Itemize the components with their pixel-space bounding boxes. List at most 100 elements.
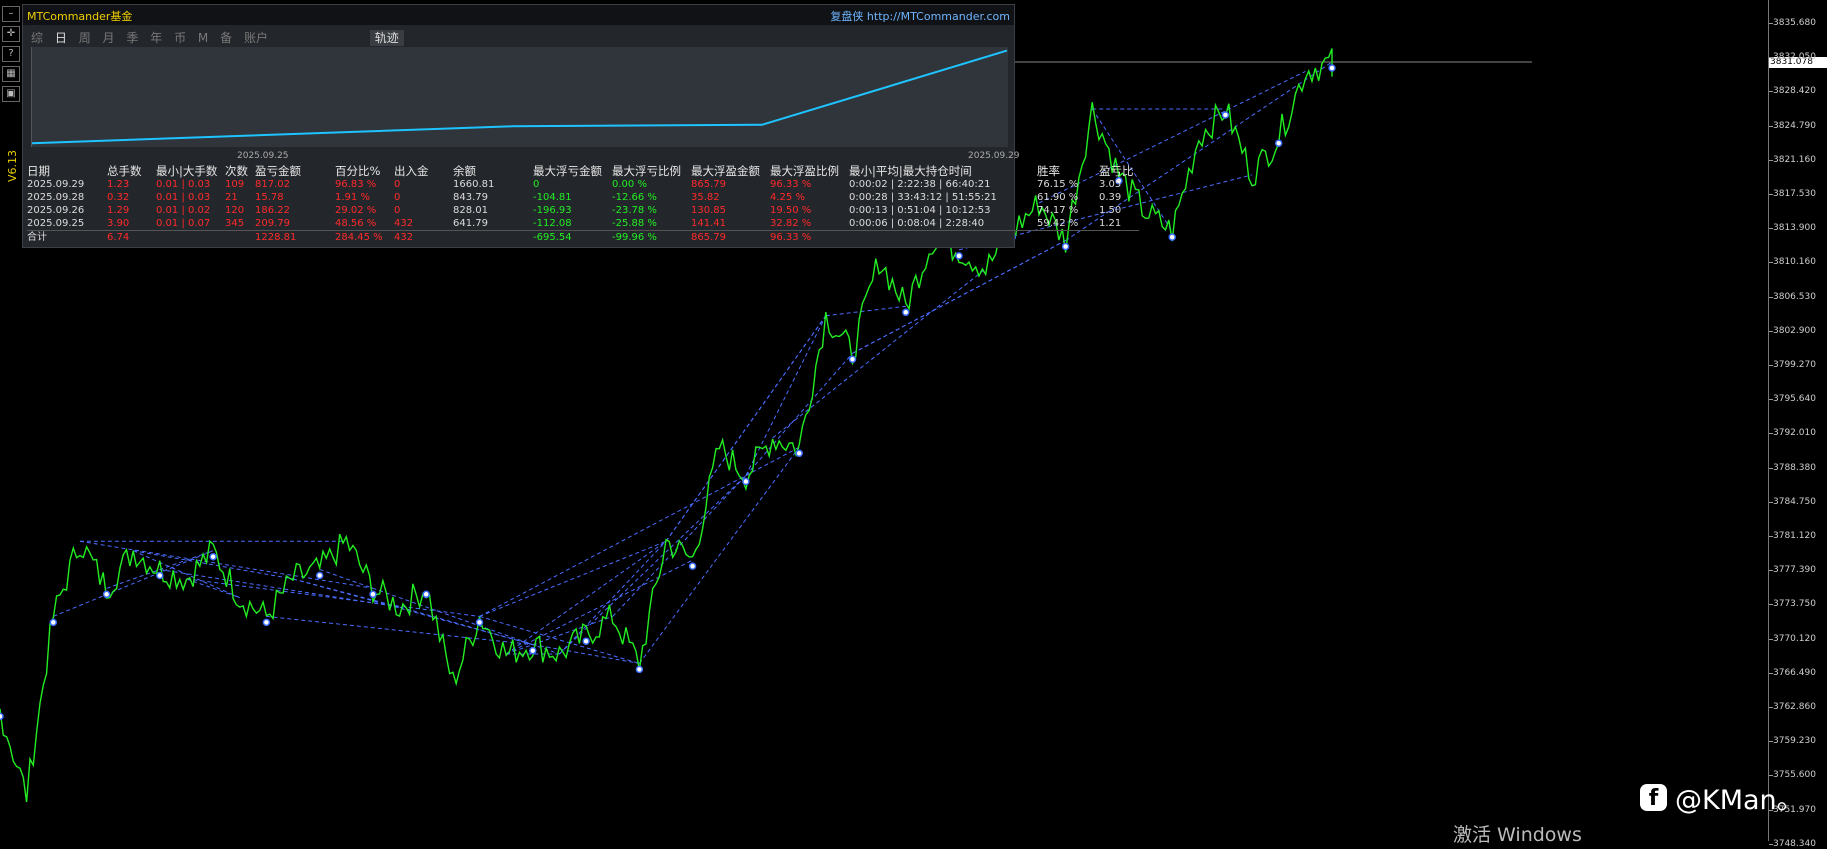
tab-day[interactable]: 日 xyxy=(55,31,67,45)
stats-row: 2025.09.25 3.90 0.01 | 0.07 345 209.79 48.56 … xyxy=(27,217,1139,230)
stats-total-row: 合计 6.74 1228.81 284.45 % 432 -695.54 -99.96 % 8… xyxy=(27,230,1139,244)
track-button[interactable]: 轨迹 xyxy=(369,30,404,46)
trade-marker[interactable] xyxy=(209,552,217,561)
watermark: f @KMan。 xyxy=(1640,778,1804,817)
trade-marker[interactable] xyxy=(529,646,537,655)
col-header: 日期 xyxy=(27,164,50,178)
col-header: 总手数 xyxy=(107,164,142,178)
trade-link-line xyxy=(79,540,374,589)
stats-cell: 96.83 % xyxy=(335,179,377,190)
tab-quarter[interactable]: 季 xyxy=(126,31,138,45)
trade-marker[interactable] xyxy=(955,252,963,260)
total-cell: 96.33 % xyxy=(770,232,812,243)
stats-cell: 48.56 % xyxy=(335,218,377,229)
trade-link-line xyxy=(479,615,640,664)
trade-marker[interactable] xyxy=(49,618,58,627)
trade-marker[interactable] xyxy=(1274,139,1283,147)
tab-currency[interactable]: 币 xyxy=(174,31,186,45)
stats-row: 2025.09.26 1.29 0.01 | 0.02 120 186.22 29.02 … xyxy=(27,204,1139,217)
trade-marker[interactable] xyxy=(1168,233,1176,241)
trade-marker[interactable] xyxy=(795,449,803,458)
price-label: 3781.120 xyxy=(1773,531,1816,541)
stats-cell: 0.01 | 0.03 xyxy=(156,192,211,203)
help-icon[interactable]: ? xyxy=(2,46,20,62)
stats-cell: 109 xyxy=(225,179,245,190)
stats-cell: 76.15 % xyxy=(1037,179,1079,190)
price-label: 3773.750 xyxy=(1773,599,1816,610)
trade-marker[interactable] xyxy=(688,562,697,570)
stats-cell: 2025.09.29 xyxy=(27,179,85,190)
website-link[interactable]: 复盘侠 http://MTCommander.com xyxy=(830,8,1010,24)
stats-cell: 0:00:13 | 0:51:04 | 10:12:53 xyxy=(849,205,991,216)
total-cell xyxy=(453,231,533,244)
stats-cell: 2025.09.26 xyxy=(27,205,85,216)
stats-cell: 1.29 xyxy=(107,205,130,216)
total-cell xyxy=(849,231,1037,244)
total-cell: 432 xyxy=(394,232,414,243)
trade-marker[interactable] xyxy=(742,477,750,486)
stats-cell: 0 xyxy=(533,179,540,190)
equity-curve-area xyxy=(31,47,1008,147)
trade-marker[interactable] xyxy=(848,355,857,364)
tab-summary[interactable]: 综 xyxy=(31,31,43,45)
trade-marker[interactable] xyxy=(0,712,4,721)
trade-marker[interactable] xyxy=(902,308,910,317)
stats-cell: 209.79 xyxy=(255,218,290,229)
stats-cell: 1660.81 xyxy=(453,179,495,190)
stats-cell: 32.82 % xyxy=(770,218,812,229)
stats-cell: 2025.09.25 xyxy=(27,218,85,229)
trade-marker[interactable] xyxy=(369,590,377,599)
tab-m[interactable]: M xyxy=(198,31,208,45)
trade-marker[interactable] xyxy=(635,665,644,674)
trade-marker[interactable] xyxy=(262,618,271,627)
price-label: 3824.790 xyxy=(1773,120,1816,131)
period-tabs: 综 日 周 月 季 年 币 M 备 账户 轨迹 xyxy=(31,29,412,46)
price-label: 3795.640 xyxy=(1773,394,1816,405)
stats-cell: 0.01 | 0.02 xyxy=(156,205,211,216)
stats-cell: 0.32 xyxy=(107,192,130,203)
trade-marker[interactable] xyxy=(1221,111,1230,119)
total-cell: 865.79 xyxy=(691,232,726,243)
stats-cell: 0.00 % xyxy=(612,179,647,190)
trade-marker[interactable] xyxy=(315,571,324,580)
total-cell xyxy=(156,231,225,244)
price-label: 3759.230 xyxy=(1773,736,1816,747)
trade-marker[interactable] xyxy=(1328,64,1336,72)
trade-marker[interactable] xyxy=(582,637,590,645)
price-label: 3784.750 xyxy=(1773,496,1816,507)
stats-cell: -112.08 xyxy=(533,218,572,229)
calendar-icon[interactable]: ▦ xyxy=(2,66,20,82)
stats-cell: 817.02 xyxy=(255,179,290,190)
left-toolbar: – ✛ ? ▦ ▣ xyxy=(2,2,22,106)
total-cell: 6.74 xyxy=(107,232,130,243)
stats-cell: 4.25 % xyxy=(770,192,805,203)
trade-marker[interactable] xyxy=(1061,242,1070,251)
facebook-icon: f xyxy=(1640,784,1667,811)
stats-cell: 0 xyxy=(394,192,401,203)
window-icon[interactable]: ▣ xyxy=(2,86,20,102)
tab-account[interactable]: 账户 xyxy=(244,31,268,45)
price-axis: 3831.078 3835.680 3832.050 3828.420 3824.79… xyxy=(1768,0,1827,849)
version-label: V6.13 xyxy=(6,150,19,183)
stats-cell: 29.02 % xyxy=(335,205,377,216)
trade-link-line xyxy=(479,475,747,617)
trade-marker[interactable] xyxy=(156,571,164,580)
move-icon[interactable]: ✛ xyxy=(2,26,20,42)
trade-link-line xyxy=(745,315,827,476)
tab-month[interactable]: 月 xyxy=(103,31,115,45)
trade-marker[interactable] xyxy=(475,618,484,627)
minimize-icon[interactable]: – xyxy=(2,6,20,22)
price-label: 3762.860 xyxy=(1773,702,1816,712)
stats-cell: 21 xyxy=(225,192,238,203)
equity-line xyxy=(31,49,1008,145)
tab-week[interactable]: 周 xyxy=(79,31,91,45)
tab-year[interactable]: 年 xyxy=(150,31,162,45)
tab-backup[interactable]: 备 xyxy=(220,31,232,45)
stats-cell: -196.93 xyxy=(533,205,572,216)
price-label: 3799.270 xyxy=(1773,360,1816,370)
stats-cell: 0.01 | 0.07 xyxy=(156,218,211,229)
trade-marker[interactable] xyxy=(422,590,430,599)
trade-marker[interactable] xyxy=(102,590,111,599)
total-cell xyxy=(1099,231,1139,244)
total-cell xyxy=(225,231,255,244)
